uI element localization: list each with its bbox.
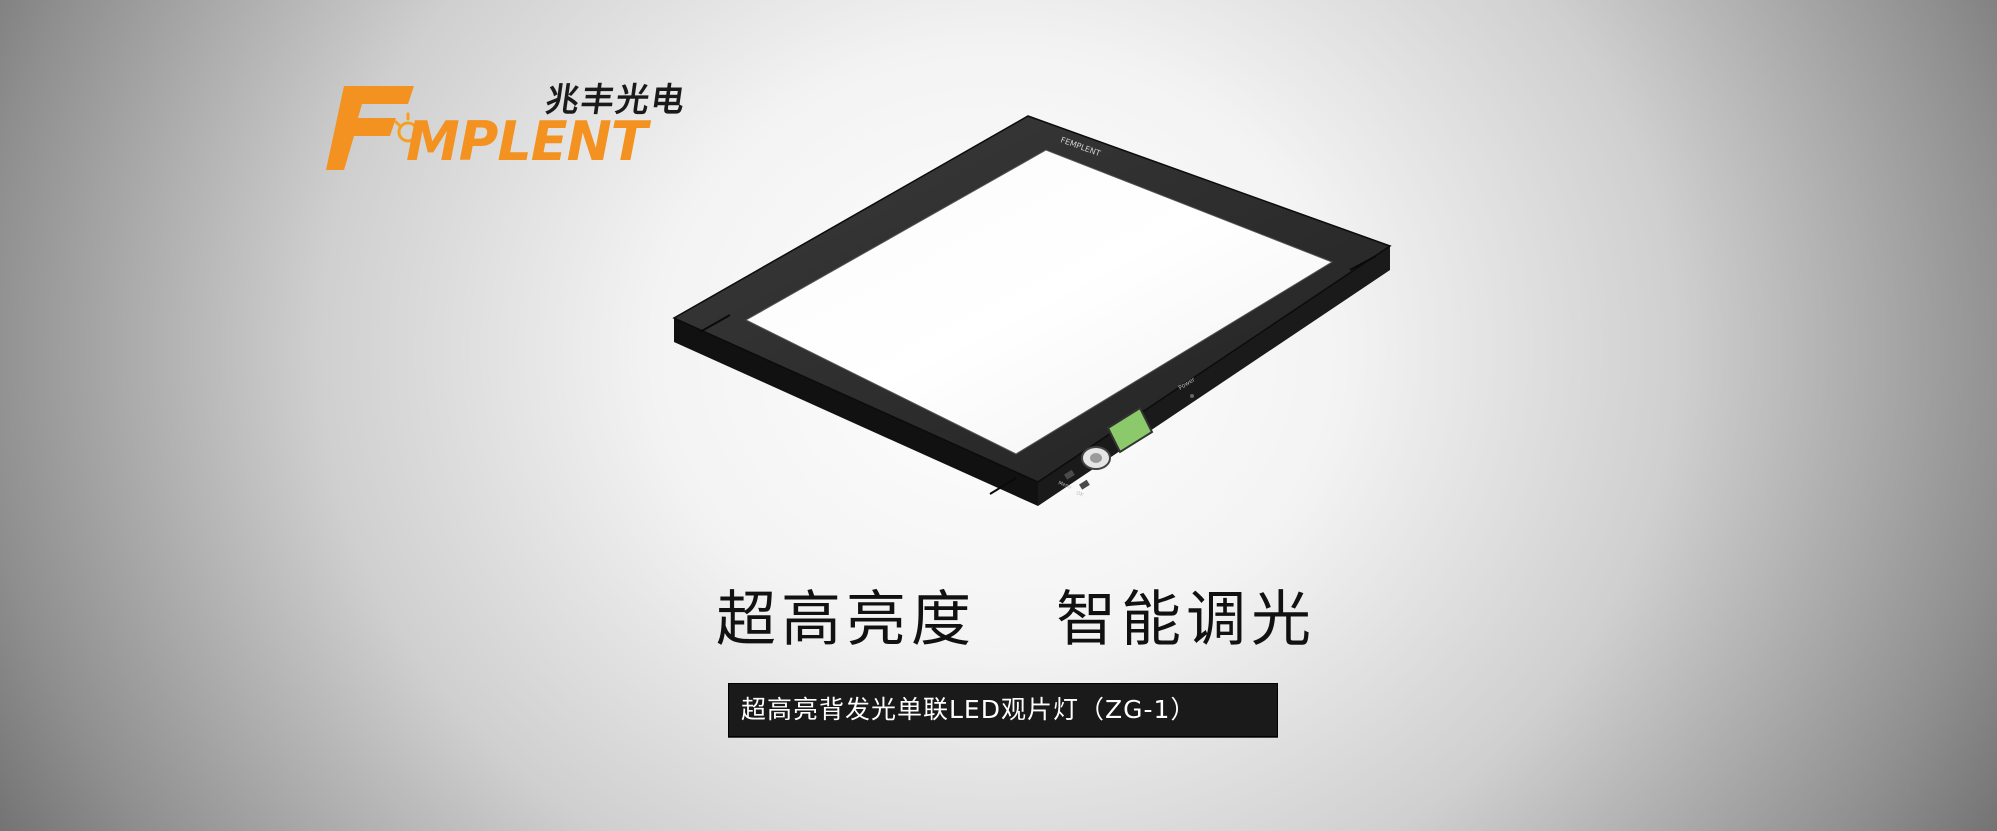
ok-label: OK <box>1075 490 1085 498</box>
brand-logo-mark <box>326 86 416 170</box>
product-caption-text: 超高亮背发光单联LED观片灯（ZG-1） <box>741 695 1197 724</box>
led-viewer-device: FEMPLENT Power Menu OK <box>672 115 1392 506</box>
dimmer-knob-center <box>1090 453 1102 463</box>
headline-dimming: 智能调光 <box>1056 585 1316 655</box>
power-indicator-icon <box>1190 394 1194 398</box>
headline-brightness: 超高亮度 <box>716 585 976 655</box>
ok-button[interactable] <box>1079 479 1090 490</box>
banner: 兆丰光电 MPLENT FEMPLENT Power Menu OK 超高亮度 … <box>0 0 1997 831</box>
product-caption-box: 超高亮背发光单联LED观片灯（ZG-1） <box>728 683 1278 737</box>
